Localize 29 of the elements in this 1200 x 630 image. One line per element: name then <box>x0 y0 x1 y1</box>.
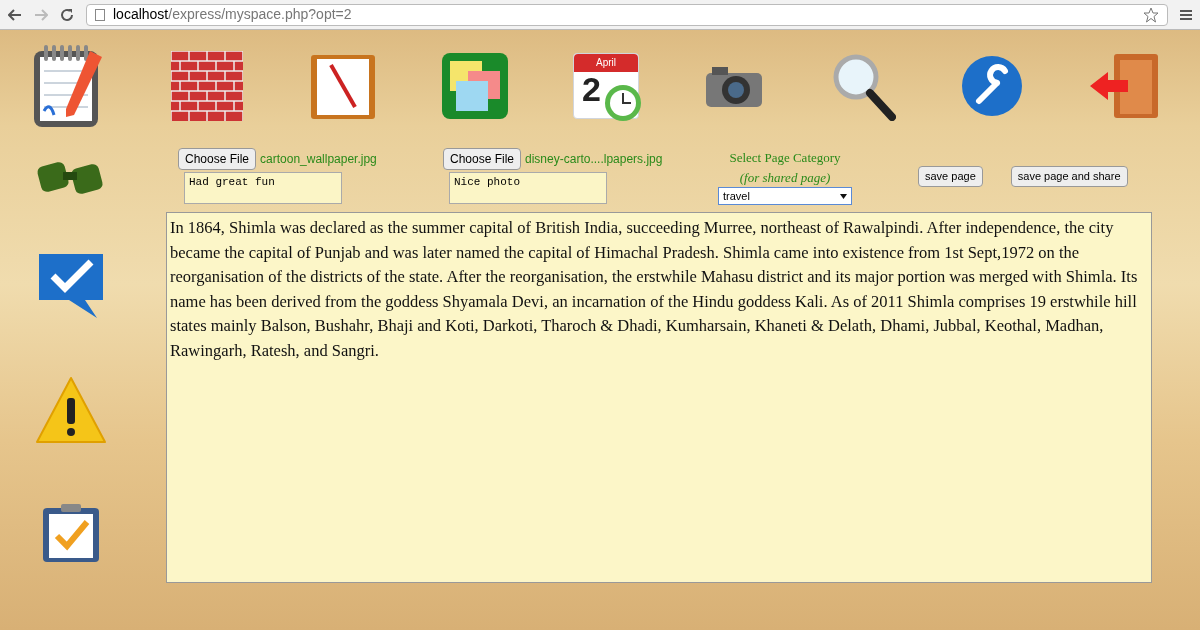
back-icon[interactable] <box>8 8 22 21</box>
page-text-editor[interactable]: In 1864, Shimla was declared as the summer capital of British India, succeeding Murree, northeast of Rawalpindi. After independence, the city became the capital of Punjab and was later named the capital of Himachal Pradesh. Shimla came into existence from 1st Sept,1972 on the reorganisation of the districts of the state. After the reorganisation, the erstwhile Mahasu district and its major portion was merged with Shimla. Its name has been derived from the goddess Shyamala Devi, an incarnation of the Hindu goddess Kali. As of 2011 Shimla comprises 19 erstwhile hill states mainly Balson, Bushahr, Bhaji and Koti, Darkoti, Tharoch & Dhadi, Kumharsain, Khaneti & Delath, Dhami, Jubbal, Keothal, Madhan, Rawingarh, Ratesh, and Sangri. <box>166 212 1152 583</box>
calendar-day: 2 <box>582 72 601 106</box>
dropdown-caret-icon <box>840 193 847 199</box>
sticky-notes-icon[interactable] <box>441 53 508 119</box>
address-bar[interactable]: localhost/express/myspace.php?opt=2 <box>86 3 1168 26</box>
save-page-button[interactable]: save page <box>918 166 983 187</box>
calendar-month: April <box>596 58 616 68</box>
save-and-share-button[interactable]: save page and share <box>1010 166 1128 187</box>
wrench-icon[interactable] <box>960 55 1023 117</box>
page-icon <box>95 8 105 21</box>
choose-file-button[interactable]: Choose File <box>443 148 522 170</box>
warning-icon[interactable] <box>35 376 107 446</box>
caption-field[interactable]: Had great fun <box>184 172 342 204</box>
bookmark-star-icon[interactable] <box>1143 6 1159 23</box>
menu-icon[interactable] <box>1180 9 1192 20</box>
file-name: disney-carto....lpapers.jpg <box>525 151 663 168</box>
caption-field[interactable]: Nice photo <box>449 172 607 204</box>
category-subtitle: (for shared page) <box>739 168 831 187</box>
brick-wall-icon[interactable] <box>171 51 244 121</box>
clipboard-check-icon[interactable] <box>41 502 101 564</box>
url-text: localhost/express/myspace.php?opt=2 <box>113 5 352 24</box>
reload-icon[interactable] <box>60 7 74 22</box>
calendar-icon[interactable]: April 2 <box>573 53 639 119</box>
category-title: Select Page Category <box>729 149 841 167</box>
file-name: cartoon_wallpaper.jpg <box>260 151 377 168</box>
choose-file-button[interactable]: Choose File <box>178 148 257 170</box>
category-select[interactable]: travel <box>718 187 852 205</box>
clock-icon <box>604 84 642 122</box>
